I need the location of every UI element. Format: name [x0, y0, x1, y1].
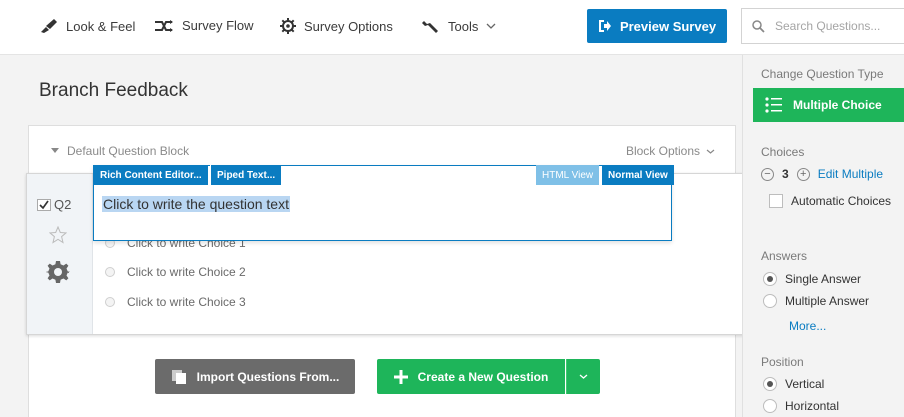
question-type-label: Multiple Choice [793, 98, 882, 112]
top-toolbar: Look & Feel Survey Flow Survey Options T… [0, 0, 904, 55]
survey-options-button[interactable]: Survey Options [280, 18, 393, 34]
tools-label: Tools [448, 18, 479, 34]
choice-item[interactable]: Click to write Choice 2 [105, 265, 246, 279]
choices-count: 3 [782, 167, 789, 181]
look-feel-label: Look & Feel [66, 18, 136, 34]
survey-flow-button[interactable]: Survey Flow [154, 18, 254, 33]
look-feel-button[interactable]: Look & Feel [40, 18, 135, 34]
choice-item[interactable]: Click to write Choice 3 [105, 295, 246, 309]
answer-option-label: Single Answer [785, 272, 862, 286]
chevron-down-icon [706, 149, 715, 154]
survey-title[interactable]: Branch Feedback [39, 80, 188, 102]
automatic-choices-label: Automatic Choices [791, 194, 892, 208]
tools-menu[interactable]: Tools [422, 18, 496, 34]
create-question-dropdown[interactable] [566, 359, 600, 394]
star-icon[interactable] [49, 226, 67, 244]
chevron-down-icon [486, 23, 496, 29]
block-options-label: Block Options [625, 144, 700, 158]
position-label: Position [761, 355, 804, 369]
normal-view-tab[interactable]: Normal View [602, 165, 674, 185]
automatic-choices-checkbox[interactable] [769, 194, 783, 208]
search-icon [752, 19, 765, 33]
choice-text[interactable]: Click to write Choice 2 [127, 265, 246, 279]
answer-option-label: Multiple Answer [785, 294, 870, 308]
gear-icon [280, 18, 296, 34]
survey-options-label: Survey Options [304, 18, 393, 34]
question-number: Q2 [54, 197, 72, 212]
automatic-choices-option[interactable]: Automatic Choices [769, 194, 891, 208]
preview-survey-button[interactable]: Preview Survey [587, 9, 727, 43]
answer-option-single[interactable]: Single Answer [763, 272, 861, 286]
position-option-vertical[interactable]: Vertical [763, 377, 824, 391]
rich-content-editor-tab[interactable]: Rich Content Editor... [94, 165, 208, 185]
radio-icon[interactable] [763, 272, 777, 286]
question-type-button[interactable]: Multiple Choice [753, 88, 904, 122]
choices-stepper: − 3 + Edit Multiple [761, 167, 883, 181]
piped-text-tab[interactable]: Piped Text... [210, 165, 282, 185]
plus-icon [393, 369, 408, 384]
change-type-label: Change Question Type [761, 67, 884, 81]
search-questions[interactable] [741, 8, 904, 44]
question-gutter: Q2 [27, 174, 93, 334]
position-option-horizontal[interactable]: Horizontal [763, 399, 839, 413]
radio-icon [105, 267, 115, 277]
gear-icon[interactable] [46, 260, 70, 284]
triangle-down-icon [51, 148, 59, 153]
survey-flow-label: Survey Flow [182, 18, 254, 33]
create-question-button[interactable]: Create a New Question [377, 359, 565, 394]
position-option-label: Vertical [785, 377, 825, 391]
answer-option-multiple[interactable]: Multiple Answer [763, 294, 869, 308]
more-link[interactable]: More... [789, 319, 826, 333]
preview-survey-label: Preview Survey [619, 18, 717, 34]
position-option-label: Horizontal [785, 399, 840, 413]
copy-icon [171, 369, 186, 384]
list-icon [765, 97, 782, 113]
wrench-icon [422, 21, 438, 33]
import-questions-label: Import Questions From... [196, 369, 340, 384]
checkmark-icon [37, 198, 51, 211]
radio-icon[interactable] [763, 377, 777, 391]
block-header[interactable]: Default Question Block [51, 144, 189, 158]
paint-brush-icon [41, 19, 57, 33]
chevron-down-icon [579, 374, 588, 379]
editor-toolbar: Rich Content Editor... Piped Text... HTM… [94, 165, 674, 185]
block-name: Default Question Block [67, 144, 190, 158]
choice-text[interactable]: Click to write Choice 3 [127, 295, 246, 309]
radio-icon [105, 297, 115, 307]
question-select[interactable]: Q2 [37, 197, 71, 212]
html-view-tab[interactable]: HTML View [536, 165, 600, 185]
radio-icon[interactable] [763, 399, 777, 413]
choices-label: Choices [761, 145, 805, 159]
block-options-menu[interactable]: Block Options [626, 144, 715, 158]
create-question-label: Create a New Question [417, 369, 549, 384]
minus-icon[interactable]: − [761, 167, 774, 181]
search-input[interactable] [775, 19, 895, 33]
answers-label: Answers [761, 249, 808, 263]
flow-icon [155, 19, 173, 32]
edit-multiple-link[interactable]: Edit Multiple [818, 167, 883, 181]
radio-icon[interactable] [763, 294, 777, 308]
question-text[interactable]: Click to write the question text [102, 196, 290, 212]
exit-arrow-icon [598, 20, 611, 32]
import-questions-button[interactable]: Import Questions From... [155, 359, 355, 394]
plus-icon[interactable]: + [796, 167, 810, 181]
question-properties-panel: Change Question Type Multiple Choice Cho… [742, 55, 904, 417]
question-text-editor[interactable]: Rich Content Editor... Piped Text... HTM… [93, 165, 674, 241]
